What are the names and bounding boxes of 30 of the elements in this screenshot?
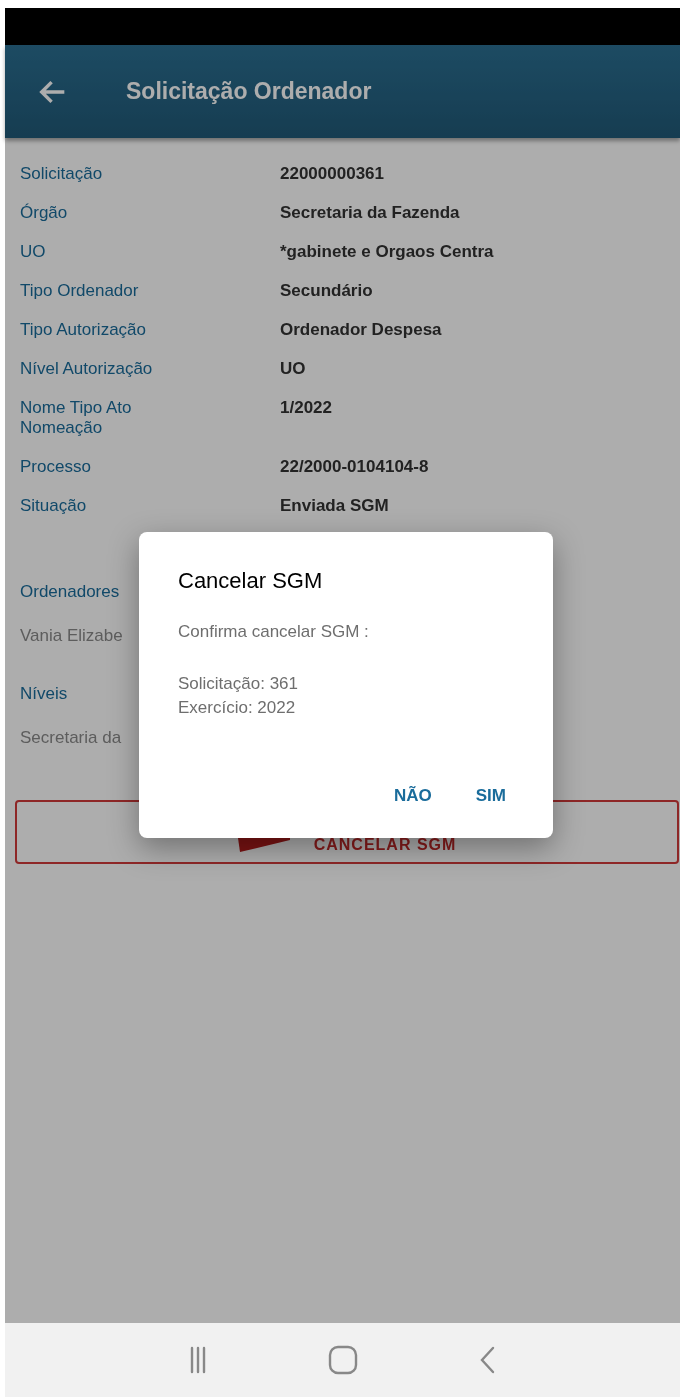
dialog-detail: Exercício: 2022 (178, 697, 296, 719)
field-label: Solicitação (20, 164, 103, 184)
no-button[interactable]: NÃO (390, 782, 436, 810)
field-value: UO (280, 359, 306, 379)
home-icon[interactable] (327, 1345, 358, 1375)
dialog-message: Confirma cancelar SGM : (178, 622, 369, 642)
dialog-title: Cancelar SGM (178, 568, 323, 594)
field-label: Processo (20, 457, 91, 477)
section-heading: Níveis (20, 684, 68, 704)
screen-title: Solicitação Ordenador (126, 78, 372, 105)
field-label: Nível Autorização (20, 359, 153, 379)
yes-button[interactable]: SIM (471, 782, 510, 810)
field-value: Secretaria da Fazenda (280, 203, 460, 223)
list-item[interactable]: Secretaria da (20, 728, 122, 748)
list-item[interactable]: Vania Elizabe (20, 626, 123, 646)
field-label: Situação (20, 496, 87, 516)
field-value: Ordenador Despesa (280, 320, 442, 340)
section-heading: Ordenadores (20, 582, 120, 602)
dialog-detail: Solicitação: 361 (178, 673, 299, 695)
field-value: Secundário (280, 281, 373, 301)
field-label: UO (20, 242, 46, 262)
field-label: Nome Tipo Ato Nomeação (20, 398, 133, 438)
field-value: *gabinete e Orgaos Centra (280, 242, 494, 262)
field-value: 1/2022 (280, 398, 332, 419)
field-label: Tipo Ordenador (20, 281, 139, 301)
field-label: Órgão (20, 203, 68, 223)
field-label: Tipo Autorização (20, 320, 146, 340)
field-value: 22/2000-0104104-8 (280, 457, 429, 477)
field-value: 22000000361 (280, 164, 384, 184)
field-value: Enviada SGM (280, 496, 389, 516)
